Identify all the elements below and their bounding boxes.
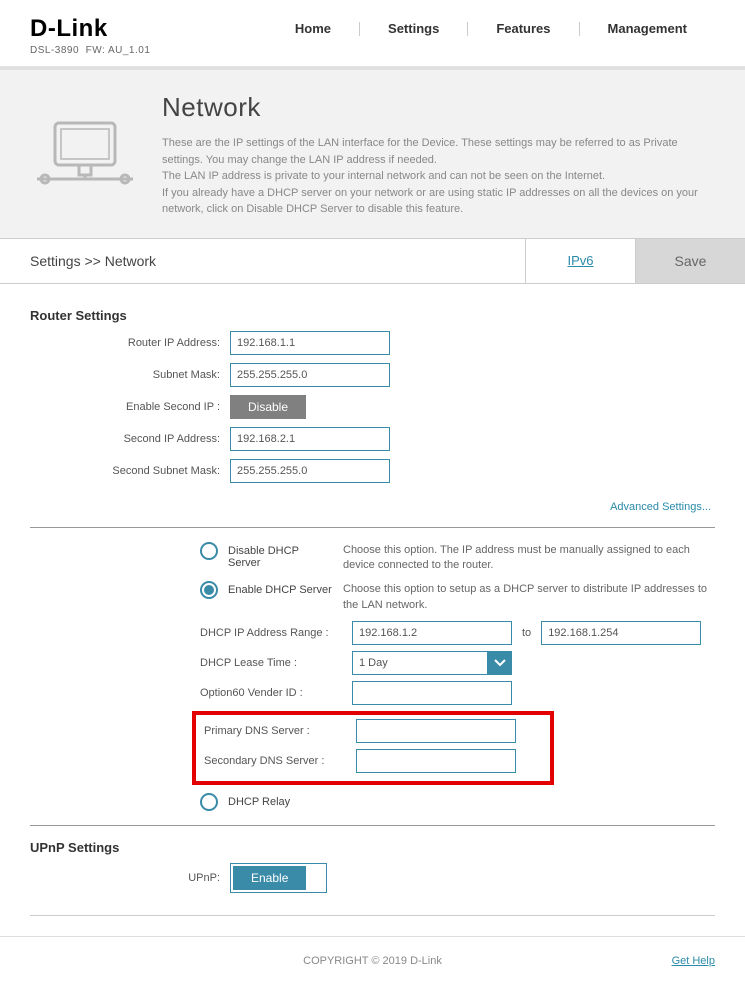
- subnet-mask-input[interactable]: [230, 363, 390, 387]
- upnp-toggle[interactable]: Enable: [233, 866, 306, 890]
- option60-label: Option60 Vender ID :: [200, 687, 352, 699]
- router-ip-label: Router IP Address:: [30, 337, 230, 349]
- chevron-down-icon[interactable]: [488, 651, 512, 675]
- tab-ipv6[interactable]: IPv6: [525, 239, 635, 283]
- dns-highlight: Primary DNS Server : Secondary DNS Serve…: [192, 711, 554, 785]
- get-help-link[interactable]: Get Help: [672, 955, 715, 967]
- second-mask-input[interactable]: [230, 459, 390, 483]
- model-fw: DSL-3890 FW: AU_1.01: [30, 45, 150, 56]
- disable-dhcp-label: Disable DHCP Server: [218, 542, 343, 569]
- dhcp-relay-radio[interactable]: [200, 793, 218, 811]
- page-description: These are the IP settings of the LAN int…: [162, 135, 715, 218]
- dhcp-lease-label: DHCP Lease Time :: [200, 657, 352, 669]
- network-icon: [30, 92, 140, 218]
- upnp-settings-heading: UPnP Settings: [30, 840, 715, 855]
- disable-dhcp-radio[interactable]: [200, 542, 218, 560]
- dhcp-lease-select[interactable]: 1 Day: [352, 651, 488, 675]
- nav-management[interactable]: Management: [580, 21, 715, 36]
- option60-input[interactable]: [352, 681, 512, 705]
- breadcrumb: Settings >> Network: [0, 239, 525, 283]
- brand-logo: D-Link: [30, 15, 150, 43]
- main-nav: Home Settings Features Management: [150, 21, 715, 36]
- second-ip-input[interactable]: [230, 427, 390, 451]
- router-ip-input[interactable]: [230, 331, 390, 355]
- enable-dhcp-desc: Choose this option to setup as a DHCP se…: [343, 581, 715, 613]
- enable-second-ip-toggle[interactable]: Disable: [230, 395, 306, 419]
- nav-home[interactable]: Home: [267, 21, 359, 36]
- save-button[interactable]: Save: [635, 239, 745, 283]
- upnp-toggle-frame: Enable: [230, 863, 327, 893]
- enable-dhcp-radio[interactable]: [200, 581, 218, 599]
- nav-settings[interactable]: Settings: [360, 21, 467, 36]
- router-settings-heading: Router Settings: [30, 308, 715, 323]
- second-mask-label: Second Subnet Mask:: [30, 465, 230, 477]
- page-title: Network: [162, 92, 715, 123]
- secondary-dns-label: Secondary DNS Server :: [204, 755, 356, 767]
- secondary-dns-input[interactable]: [356, 749, 516, 773]
- enable-second-ip-label: Enable Second IP :: [30, 401, 230, 413]
- advanced-settings-link[interactable]: Advanced Settings...: [610, 501, 711, 513]
- nav-features[interactable]: Features: [468, 21, 578, 36]
- dhcp-range-from-input[interactable]: [352, 621, 512, 645]
- subnet-mask-label: Subnet Mask:: [30, 369, 230, 381]
- primary-dns-input[interactable]: [356, 719, 516, 743]
- copyright-text: COPYRIGHT © 2019 D-Link: [303, 955, 442, 967]
- enable-dhcp-label: Enable DHCP Server: [218, 581, 343, 596]
- dhcp-relay-label: DHCP Relay: [218, 793, 343, 808]
- primary-dns-label: Primary DNS Server :: [204, 725, 356, 737]
- dhcp-range-label: DHCP IP Address Range :: [200, 627, 352, 639]
- second-ip-label: Second IP Address:: [30, 433, 230, 445]
- dhcp-range-to-input[interactable]: [541, 621, 701, 645]
- disable-dhcp-desc: Choose this option. The IP address must …: [343, 542, 715, 574]
- dhcp-range-to-label: to: [512, 627, 541, 639]
- upnp-label: UPnP:: [30, 872, 230, 884]
